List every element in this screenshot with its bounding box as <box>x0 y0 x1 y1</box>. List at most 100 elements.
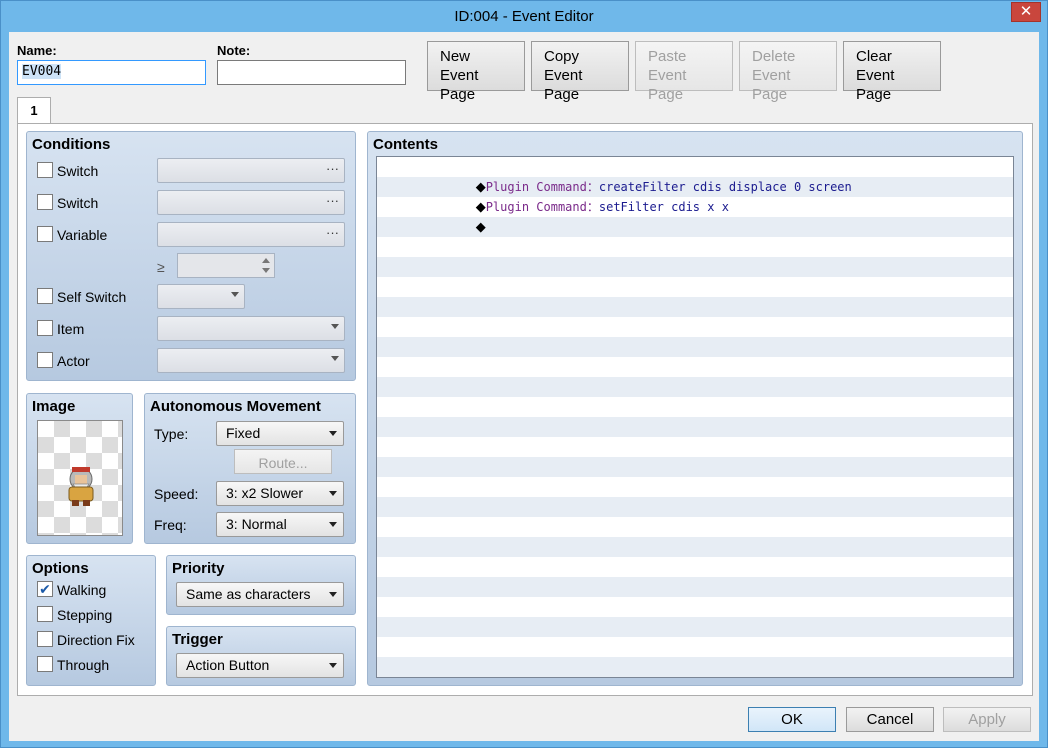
armored-warrior-sprite-icon <box>68 467 94 506</box>
chevron-down-icon <box>329 491 337 496</box>
item-label: Item <box>57 321 85 337</box>
chevron-down-icon <box>329 522 337 527</box>
self-switch-label: Self Switch <box>57 289 127 305</box>
priority-value: Same as characters <box>186 586 311 602</box>
paste-event-page-button[interactable]: Paste Event Page <box>635 41 733 103</box>
options-title: Options <box>32 560 89 577</box>
copy-event-page-button[interactable]: Copy Event Page <box>531 41 629 103</box>
trigger-dropdown[interactable]: Action Button <box>176 653 344 678</box>
tab-page-1[interactable]: 1 <box>17 97 51 124</box>
switch2-checkbox[interactable] <box>37 194 53 210</box>
chevron-down-icon <box>331 356 339 361</box>
note-label: Note: <box>217 43 251 58</box>
apply-button[interactable]: Apply <box>943 707 1031 732</box>
ellipsis-icon: ··· <box>326 225 339 240</box>
switch2-selector[interactable]: ··· <box>157 190 345 215</box>
walking-checkbox[interactable]: ✔ <box>37 581 53 597</box>
command-marker-icon: ◆ <box>475 220 486 235</box>
trigger-value: Action Button <box>186 657 270 673</box>
autonomous-movement-group: Autonomous Movement Type: Fixed Route...… <box>144 393 356 544</box>
name-field[interactable]: EV004 <box>17 60 206 85</box>
copy-event-page-line1: Copy <box>544 48 580 65</box>
command-args: setFilter cdis x x <box>598 200 729 214</box>
switch1-selector[interactable]: ··· <box>157 158 345 183</box>
self-switch-checkbox[interactable] <box>37 288 53 304</box>
trigger-title: Trigger <box>172 631 223 648</box>
image-title: Image <box>32 398 76 415</box>
spin-up-icon[interactable] <box>262 258 270 263</box>
spin-down-icon[interactable] <box>262 268 270 273</box>
direction-fix-checkbox[interactable] <box>37 631 53 647</box>
movement-type-value: Fixed <box>226 425 261 441</box>
priority-group: Priority Same as characters <box>166 555 356 615</box>
chevron-down-icon <box>331 324 339 329</box>
stepping-label: Stepping <box>57 607 113 623</box>
chevron-down-icon <box>329 663 337 668</box>
actor-checkbox[interactable] <box>37 352 53 368</box>
trigger-group: Trigger Action Button <box>166 626 356 686</box>
close-icon[interactable]: ✕ <box>1011 2 1041 22</box>
new-event-page-line2: Event Page <box>440 67 479 103</box>
paste-event-page-line1: Paste <box>648 48 687 65</box>
command-line[interactable]: ◆ <box>389 197 486 258</box>
actor-dropdown[interactable] <box>157 348 345 373</box>
name-value: EV004 <box>22 64 62 79</box>
copy-event-page-line2: Event Page <box>544 67 583 103</box>
chevron-down-icon <box>231 292 239 297</box>
new-event-page-line1: New <box>440 48 471 65</box>
movement-freq-dropdown[interactable]: 3: Normal <box>216 512 344 537</box>
cancel-button[interactable]: Cancel <box>846 707 934 732</box>
event-editor-window: ID:004 - Event Editor ✕ Name: EV004 Note… <box>0 0 1048 748</box>
image-group: Image <box>26 393 133 544</box>
options-group: Options ✔ Walking Stepping Direction Fix… <box>26 555 156 686</box>
chevron-down-icon <box>329 592 337 597</box>
movement-freq-label: Freq: <box>154 517 187 533</box>
switch1-label: Switch <box>57 163 99 179</box>
through-label: Through <box>57 657 110 673</box>
movement-type-dropdown[interactable]: Fixed <box>216 421 344 446</box>
event-image-preview[interactable] <box>37 420 123 536</box>
delete-event-page-button[interactable]: Delete Event Page <box>739 41 837 103</box>
movement-speed-value: 3: x2 Slower <box>226 485 304 501</box>
walking-label: Walking <box>57 582 107 598</box>
greater-equal-symbol: ≥ <box>157 259 165 275</box>
command-separator: ： <box>586 200 599 214</box>
priority-dropdown[interactable]: Same as characters <box>176 582 344 607</box>
switch2-label: Switch <box>57 195 99 211</box>
event-command-list[interactable]: ◆Plugin Command：createFilter cdis displa… <box>376 156 1014 678</box>
switch1-checkbox[interactable] <box>37 162 53 178</box>
stepping-checkbox[interactable] <box>37 606 53 622</box>
ellipsis-icon: ··· <box>326 161 339 176</box>
variable-value-spinner[interactable] <box>177 253 275 278</box>
variable-selector[interactable]: ··· <box>157 222 345 247</box>
delete-event-page-line2: Event Page <box>752 67 791 103</box>
new-event-page-button[interactable]: New Event Page <box>427 41 525 103</box>
movement-speed-label: Speed: <box>154 486 199 502</box>
self-switch-dropdown[interactable] <box>157 284 245 309</box>
window-title: ID:004 - Event Editor <box>454 8 594 25</box>
clear-event-page-line2: Event Page <box>856 67 895 103</box>
item-checkbox[interactable] <box>37 320 53 336</box>
route-button[interactable]: Route... <box>234 449 332 474</box>
contents-group: Contents ◆Plugin Command：createFilter cd… <box>367 131 1023 686</box>
item-dropdown[interactable] <box>157 316 345 341</box>
ellipsis-icon: ··· <box>326 193 339 208</box>
dialog-client-area: Name: EV004 Note: New Event Page Copy Ev… <box>9 32 1039 741</box>
autonomous-movement-title: Autonomous Movement <box>150 398 321 415</box>
conditions-group: Conditions Switch ··· Switch ··· Variabl… <box>26 131 356 381</box>
ok-button[interactable]: OK <box>748 707 836 732</box>
direction-fix-label: Direction Fix <box>57 632 135 648</box>
command-name: Plugin Command <box>485 200 587 214</box>
delete-event-page-line1: Delete <box>752 48 796 65</box>
movement-speed-dropdown[interactable]: 3: x2 Slower <box>216 481 344 506</box>
note-field[interactable] <box>217 60 406 85</box>
movement-freq-value: 3: Normal <box>226 516 287 532</box>
clear-event-page-line1: Clear <box>856 48 892 65</box>
variable-checkbox[interactable] <box>37 226 53 242</box>
clear-event-page-button[interactable]: Clear Event Page <box>843 41 941 103</box>
event-page-panel: Conditions Switch ··· Switch ··· Variabl… <box>17 123 1033 696</box>
conditions-title: Conditions <box>32 136 111 153</box>
contents-title: Contents <box>373 136 438 153</box>
paste-event-page-line2: Event Page <box>648 67 687 103</box>
through-checkbox[interactable] <box>37 656 53 672</box>
